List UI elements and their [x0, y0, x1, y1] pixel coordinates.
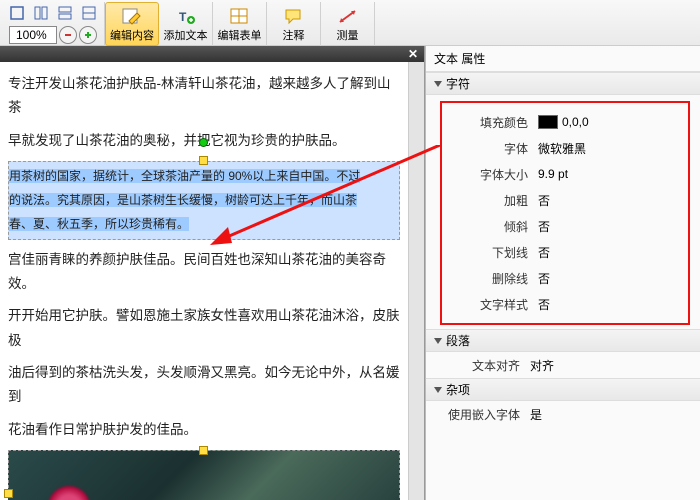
zoom-in-button[interactable] [79, 26, 97, 44]
chevron-down-icon [434, 387, 442, 393]
section-label: 字符 [446, 75, 470, 92]
measure-button[interactable]: 测量 [321, 2, 375, 46]
prop-row: 字体微软雅黑 [442, 135, 684, 161]
edit-content-label: 编辑内容 [110, 27, 154, 43]
layout-icon-4[interactable] [78, 2, 100, 24]
document-content[interactable]: 专注开发山茶花油护肤品-林清轩山茶花油，越来越多人了解到山茶 早就发现了山茶花油… [0, 62, 408, 500]
selected-text[interactable]: 的说法。究其原因，是山茶树生长缓慢，树龄可达上千年，而山茶 [9, 193, 357, 207]
char-properties-highlight: 填充颜色0,0,0 字体微软雅黑 字体大小9.9 pt 加粗否 倾斜否 下划线否… [440, 101, 690, 325]
color-swatch[interactable] [538, 115, 558, 129]
measure-label: 测量 [337, 27, 359, 43]
prop-label: 填充颜色 [442, 114, 538, 131]
section-header-char[interactable]: 字符 [426, 72, 700, 95]
selected-text[interactable]: 用茶树的国家，据统计，全球茶油产量的 90%以上来自中国。不过 [9, 169, 360, 183]
vertical-scrollbar[interactable] [408, 62, 424, 500]
prop-value[interactable]: 对齐 [530, 357, 700, 374]
document-tab-bar: ✕ [0, 46, 424, 62]
zoom-group: 100% [2, 2, 105, 46]
annotate-icon [282, 6, 306, 26]
text-line[interactable]: 专注开发山茶花油护肤品-林清轩山茶花油，越来越多人了解到山茶 [8, 72, 400, 121]
prop-label: 文字样式 [442, 296, 538, 313]
layout-icon-3[interactable] [54, 2, 76, 24]
prop-row: 字体大小9.9 pt [442, 161, 684, 187]
annotate-label: 注释 [283, 27, 305, 43]
prop-value[interactable]: 否 [538, 192, 684, 209]
add-text-button[interactable]: T 添加文本 [159, 2, 213, 46]
measure-icon [336, 6, 360, 26]
top-handle[interactable] [199, 156, 208, 165]
toolbar: 100% 编辑内容 T 添加文本 编辑表单 注释 测量 [0, 0, 700, 46]
edit-content-button[interactable]: 编辑内容 [105, 2, 159, 46]
close-icon[interactable]: ✕ [406, 47, 420, 61]
prop-value[interactable]: 否 [538, 218, 684, 235]
properties-panel: 文本 属性 字符 填充颜色0,0,0 字体微软雅黑 字体大小9.9 pt 加粗否… [425, 46, 700, 500]
selected-text[interactable]: 春、夏、秋五季，所以珍贵稀有。 [9, 217, 189, 231]
image-left-handle[interactable] [4, 489, 13, 498]
panel-title: 文本 属性 [426, 46, 700, 72]
selection-frame[interactable]: 用茶树的国家，据统计，全球茶油产量的 90%以上来自中国。不过 的说法。究其原因… [8, 161, 400, 240]
edit-table-icon [228, 6, 252, 26]
layout-icon-2[interactable] [30, 2, 52, 24]
prop-label: 加粗 [442, 192, 538, 209]
text-line[interactable]: 宫佳丽青睐的养颜护肤佳品。民间百姓也深知山茶花油的美容奇效。 [8, 248, 400, 297]
prop-label: 下划线 [442, 244, 538, 261]
prop-label: 使用嵌入字体 [434, 406, 530, 423]
chevron-down-icon [434, 81, 442, 87]
embedded-image[interactable] [8, 450, 400, 500]
prop-row: 加粗否 [442, 187, 684, 213]
svg-text:T: T [179, 10, 187, 24]
image-top-handle[interactable] [199, 446, 208, 455]
document-pane: ✕ 专注开发山茶花油护肤品-林清轩山茶花油，越来越多人了解到山茶 早就发现了山茶… [0, 46, 425, 500]
prop-value[interactable]: 否 [538, 296, 684, 313]
prop-row: 下划线否 [442, 239, 684, 265]
prop-row: 使用嵌入字体是 [426, 401, 700, 427]
edit-table-label: 编辑表单 [218, 27, 262, 43]
section-label: 杂项 [446, 381, 470, 398]
prop-label: 字体 [442, 140, 538, 157]
prop-row: 倾斜否 [442, 213, 684, 239]
edit-table-button[interactable]: 编辑表单 [213, 2, 267, 46]
section-header-misc[interactable]: 杂项 [426, 378, 700, 401]
prop-value[interactable]: 微软雅黑 [538, 140, 684, 157]
rotate-handle[interactable] [199, 138, 208, 147]
chevron-down-icon [434, 338, 442, 344]
prop-label: 字体大小 [442, 166, 538, 183]
text-line[interactable]: 开开始用它护肤。譬如恩施土家族女性喜欢用山茶花油沐浴，皮肤极 [8, 304, 400, 353]
annotate-button[interactable]: 注释 [267, 2, 321, 46]
section-label: 段落 [446, 332, 470, 349]
prop-label: 删除线 [442, 270, 538, 287]
prop-value[interactable]: 0,0,0 [562, 115, 589, 129]
section-header-para[interactable]: 段落 [426, 329, 700, 352]
layout-icon-1[interactable] [6, 2, 28, 24]
prop-label: 倾斜 [442, 218, 538, 235]
prop-value[interactable]: 否 [538, 244, 684, 261]
text-line[interactable]: 花油看作日常护肤护发的佳品。 [8, 418, 400, 442]
prop-value[interactable]: 9.9 pt [538, 167, 684, 181]
prop-row: 文字样式否 [442, 291, 684, 317]
prop-value[interactable]: 否 [538, 270, 684, 287]
add-text-icon: T [174, 6, 198, 26]
prop-value[interactable]: 是 [530, 406, 700, 423]
add-text-label: 添加文本 [164, 27, 208, 43]
prop-row: 填充颜色 0,0,0 [442, 109, 684, 135]
prop-row: 删除线否 [442, 265, 684, 291]
prop-row: 文本对齐对齐 [426, 352, 700, 378]
prop-label: 文本对齐 [434, 357, 530, 374]
zoom-input[interactable]: 100% [9, 26, 57, 44]
text-line[interactable]: 油后得到的茶枯洗头发，头发顺滑又黑亮。如今无论中外，从名媛到 [8, 361, 400, 410]
edit-content-icon [120, 6, 144, 26]
zoom-out-button[interactable] [59, 26, 77, 44]
